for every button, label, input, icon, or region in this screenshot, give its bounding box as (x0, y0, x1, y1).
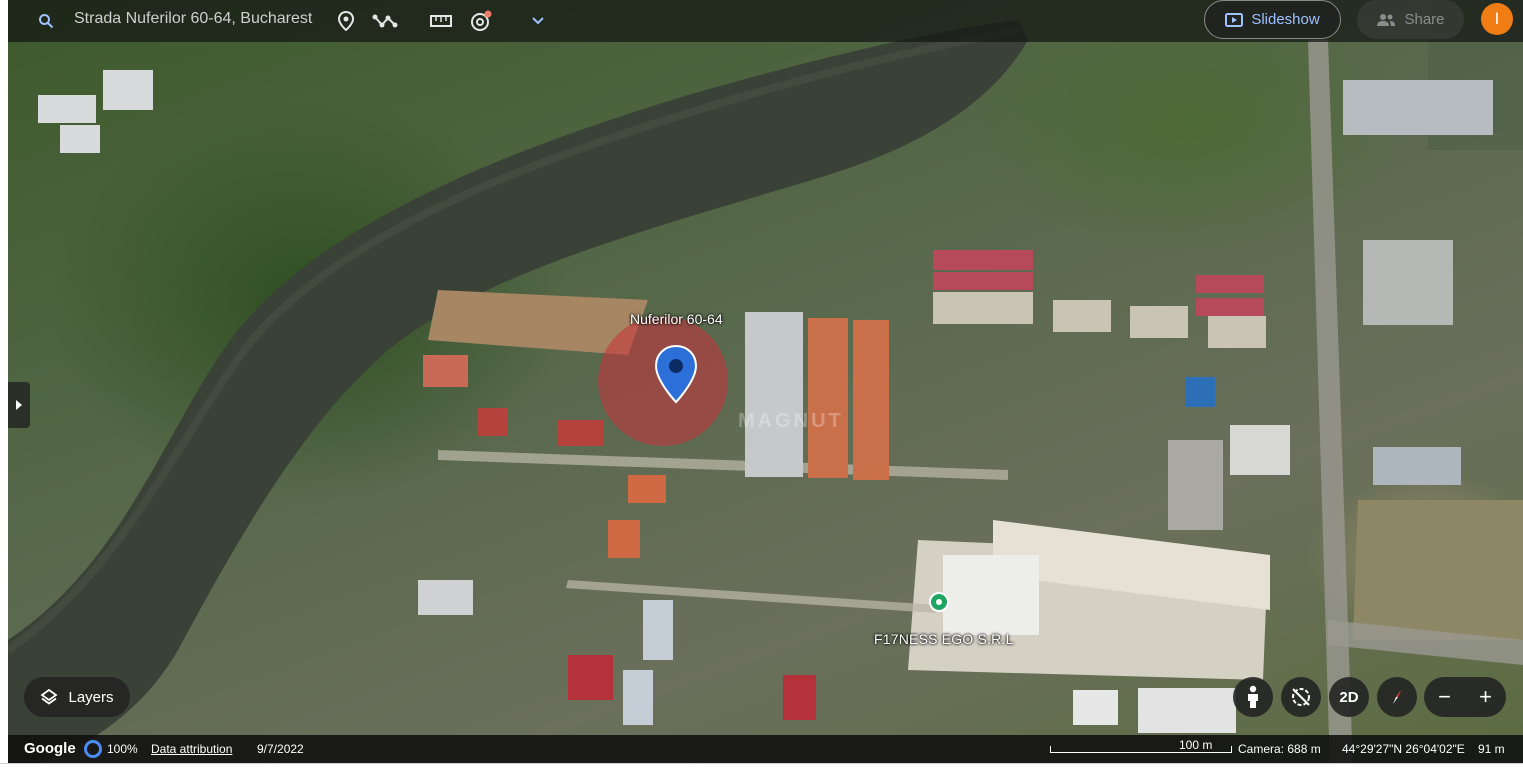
google-logo: Google (24, 740, 76, 757)
townhouse-row (933, 272, 1033, 290)
elevation: 91 m (1478, 742, 1505, 756)
zoom-controls: − + (1424, 677, 1506, 717)
chevron-right-icon (16, 400, 22, 410)
coordinates: 44°29'27"N 26°04'02"E (1342, 742, 1465, 756)
zoom-in-button[interactable]: + (1465, 677, 1506, 717)
house (558, 420, 603, 446)
house (1073, 690, 1118, 725)
status-bar: Google 100% Data attribution 9/7/2022 10… (8, 735, 1523, 763)
ruler-icon[interactable] (428, 8, 454, 34)
poi-label[interactable]: F17NESS EGO S.R.L (874, 631, 1014, 647)
search-icon[interactable] (34, 9, 58, 33)
house (623, 670, 653, 725)
share-people-icon (1377, 13, 1396, 26)
top-toolbar: Strada Nuferilor 60-64, Bucharest Slides… (8, 0, 1523, 42)
townhouse-row (1196, 298, 1264, 316)
house (478, 408, 508, 436)
poi-marker[interactable] (929, 592, 949, 612)
location-pin-marker[interactable] (653, 344, 699, 409)
apartment-building (1363, 240, 1453, 325)
search-input[interactable]: Strada Nuferilor 60-64, Bucharest (74, 10, 319, 28)
tilt-reset-icon (1292, 688, 1310, 706)
apartment-building (1343, 80, 1493, 135)
view-2d-button[interactable]: 2D (1329, 677, 1369, 717)
imagery-date: 9/7/2022 (257, 742, 304, 756)
house (568, 655, 613, 700)
timelapse-icon[interactable] (468, 8, 494, 34)
building-block-b (808, 318, 848, 478)
retail-building (943, 555, 1039, 635)
share-label: Share (1404, 11, 1445, 28)
townhouse-row (933, 250, 1033, 270)
chevron-down-icon[interactable] (525, 8, 551, 34)
satellite-map-view[interactable]: Nuferilor 60-64 F17NESS EGO S.R.L MAGNUT (8, 0, 1523, 771)
house (1138, 688, 1236, 733)
building-block-a (745, 312, 803, 477)
apartment-building (1373, 447, 1461, 485)
layers-label: Layers (68, 688, 114, 706)
path-tool-icon[interactable] (372, 8, 398, 34)
townhouse-row (1196, 275, 1264, 293)
location-pin-icon[interactable] (333, 8, 359, 34)
layers-button[interactable]: Layers (24, 677, 130, 717)
scale-label: 100 m (1179, 738, 1213, 752)
house (783, 675, 816, 720)
house (38, 95, 96, 123)
house (418, 580, 473, 615)
slideshow-label: Slideshow (1251, 11, 1320, 28)
house (103, 70, 153, 110)
apartment-building (1053, 300, 1111, 332)
zoom-out-button[interactable]: − (1424, 677, 1465, 717)
compass-button[interactable] (1377, 677, 1417, 717)
camera-altitude: Camera: 688 m (1238, 742, 1321, 756)
slideshow-icon (1225, 12, 1244, 27)
map-pin-icon (654, 344, 698, 404)
data-attribution-link[interactable]: Data attribution (151, 742, 232, 756)
blue-roof-building (1185, 377, 1215, 407)
apartment-building (1208, 316, 1266, 348)
slideshow-button[interactable]: Slideshow (1204, 0, 1341, 39)
house (60, 125, 100, 153)
account-avatar[interactable]: I (1481, 3, 1513, 35)
pin-label[interactable]: Nuferilor 60-64 (630, 311, 723, 327)
load-percent: 100% (107, 742, 138, 756)
apartment-building (1230, 425, 1290, 475)
apartment-building (933, 292, 1033, 324)
street-view-button[interactable] (1233, 677, 1273, 717)
layers-icon (40, 688, 59, 705)
tilt-reset-button[interactable] (1281, 677, 1321, 717)
house (643, 600, 673, 660)
house (608, 520, 640, 558)
compass-icon (1393, 690, 1401, 704)
house (423, 355, 468, 387)
apartment-building (1130, 306, 1188, 338)
house (628, 475, 666, 503)
share-button[interactable]: Share (1357, 0, 1464, 39)
photo-watermark: MAGNUT (738, 410, 844, 432)
building-block-c (853, 320, 889, 480)
poi-dot-icon (936, 599, 942, 605)
side-panel-toggle[interactable] (8, 382, 30, 428)
loading-globe-icon (84, 740, 102, 758)
street-view-person-icon (1248, 685, 1258, 708)
